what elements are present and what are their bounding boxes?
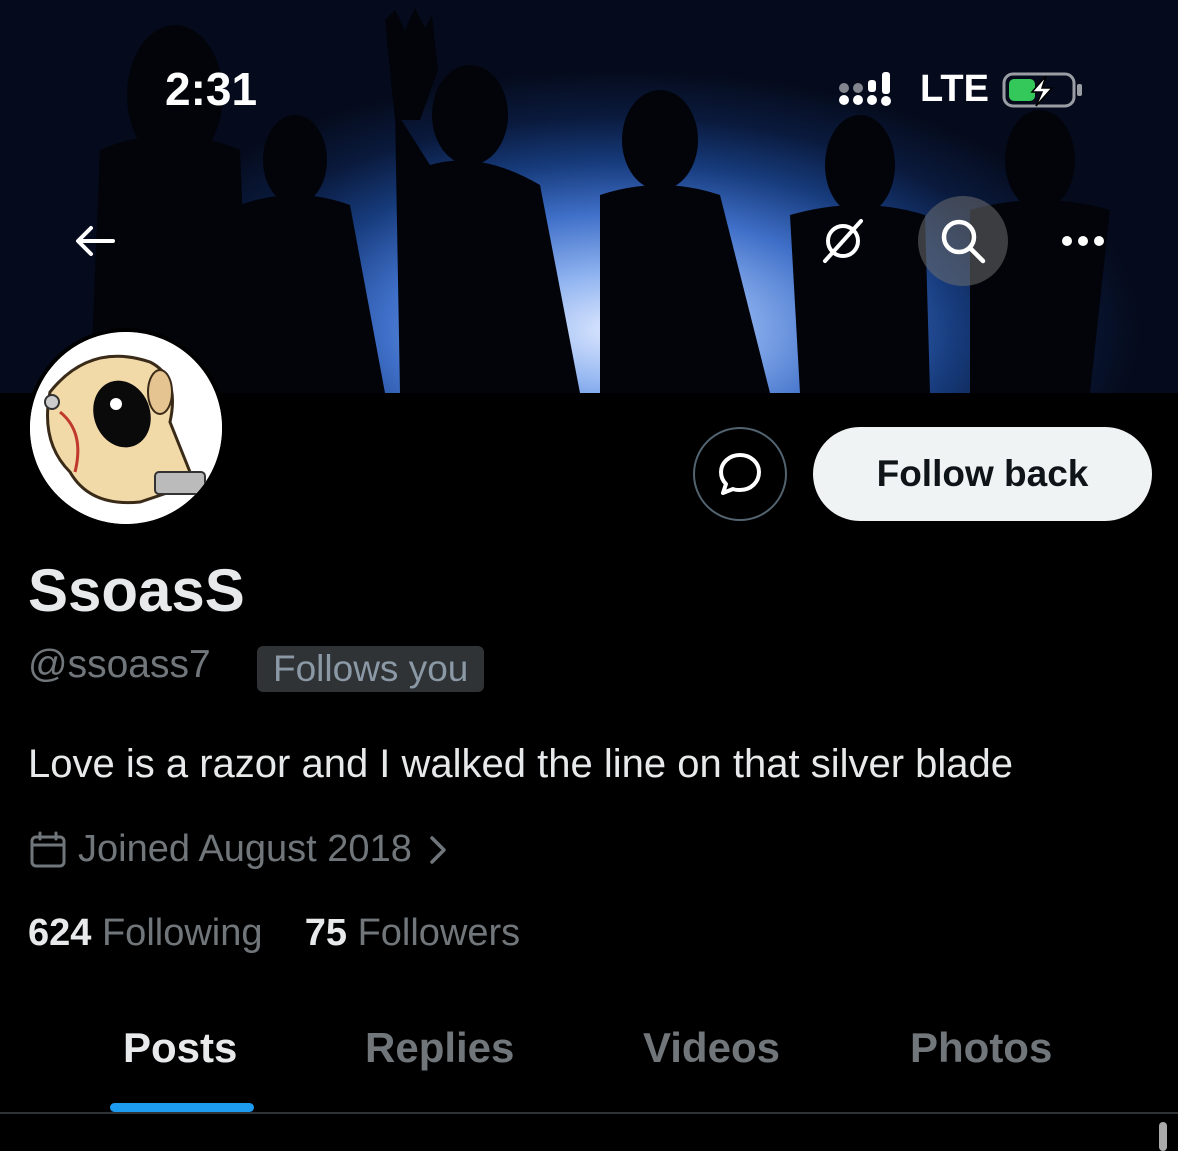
tab-posts[interactable]: Posts <box>123 1024 237 1072</box>
message-icon <box>719 453 761 495</box>
back-button[interactable] <box>52 198 138 284</box>
search-button[interactable] <box>918 196 1008 286</box>
message-button[interactable] <box>693 427 787 521</box>
tab-divider <box>0 1112 1178 1114</box>
followers-label: Followers <box>357 912 521 954</box>
following-link[interactable]: 624 Following <box>28 912 263 954</box>
tab-photos[interactable]: Photos <box>910 1024 1052 1072</box>
followers-link[interactable]: 75 Followers <box>305 912 520 954</box>
signal-icon <box>839 72 891 106</box>
active-tab-indicator <box>110 1103 254 1112</box>
following-label: Following <box>101 912 263 954</box>
chevron-right-icon <box>430 835 446 864</box>
network-type: LTE <box>920 68 989 110</box>
grok-icon <box>823 219 863 263</box>
battery-icon <box>1002 72 1082 108</box>
more-icon <box>1062 236 1104 246</box>
follow-back-button[interactable]: Follow back <box>813 427 1152 521</box>
handle: @ssoass7 <box>28 643 211 686</box>
follow-stats: 624 Following 75 Followers <box>28 912 520 955</box>
bio: Love is a razor and I walked the line on… <box>28 742 1014 786</box>
banner-image <box>90 8 1110 393</box>
search-icon <box>941 219 986 264</box>
calendar-icon <box>30 831 66 867</box>
followers-count: 75 <box>304 912 348 954</box>
tab-replies[interactable]: Replies <box>365 1024 514 1072</box>
avatar[interactable] <box>26 328 226 528</box>
display-name: SsoasS <box>28 557 245 624</box>
scrollbar[interactable] <box>1159 1122 1167 1151</box>
status-time: 2:31 <box>165 63 258 115</box>
grok-button[interactable] <box>800 198 886 284</box>
joined-text: Joined August 2018 <box>78 828 412 870</box>
more-button[interactable] <box>1040 198 1126 284</box>
back-arrow-icon <box>76 226 115 256</box>
profile-banner[interactable] <box>0 0 1178 393</box>
avatar-image <box>30 332 222 524</box>
follows-you-badge: Follows you <box>257 646 485 692</box>
tab-videos[interactable]: Videos <box>643 1024 780 1072</box>
following-count: 624 <box>28 912 92 954</box>
joined-date[interactable]: Joined August 2018 <box>28 828 452 871</box>
